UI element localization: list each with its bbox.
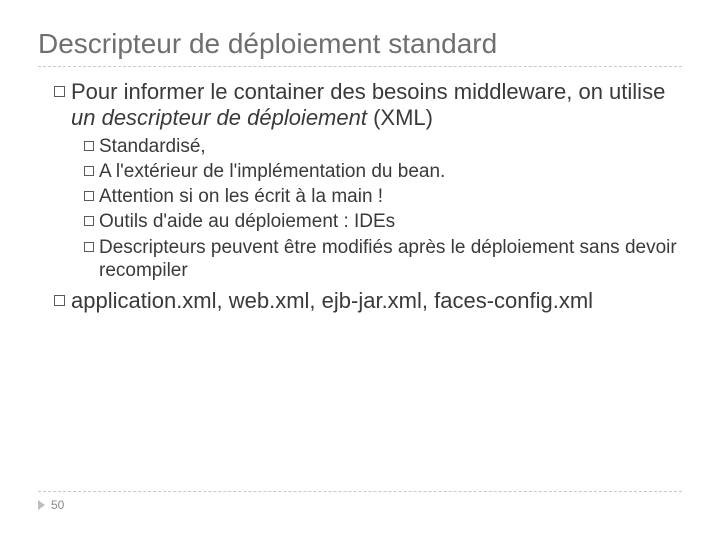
intro-suffix: (XML) xyxy=(367,105,433,130)
square-bullet-icon xyxy=(84,166,94,176)
sub-bullet-group: Standardisé, A l'extérieur de l'implémen… xyxy=(54,135,682,282)
square-bullet-icon xyxy=(54,295,65,306)
square-bullet-icon xyxy=(84,216,94,226)
sub-bullet-standardise: Standardisé, xyxy=(84,135,682,158)
sub-bullet-text: Descripteurs peuvent être modifiés après… xyxy=(99,236,682,282)
square-bullet-icon xyxy=(54,86,65,97)
sub-bullet-text: A l'extérieur de l'implémentation du bea… xyxy=(99,160,682,183)
bullet-text: application.xml, web.xml, ejb-jar.xml, f… xyxy=(71,288,682,314)
sub-bullet-text: Standardisé, xyxy=(99,135,682,158)
intro-italic: un descripteur de déploiement xyxy=(71,105,367,130)
slide-footer: 50 xyxy=(38,491,682,512)
slide: Descripteur de déploiement standard Pour… xyxy=(0,0,720,540)
square-bullet-icon xyxy=(84,191,94,201)
sub-bullet-exterieur: A l'extérieur de l'implémentation du bea… xyxy=(84,160,682,183)
intro-prefix: Pour informer le container des besoins m… xyxy=(71,79,665,104)
bullet-text: Pour informer le container des besoins m… xyxy=(71,79,682,131)
sub-bullet-attention: Attention si on les écrit à la main ! xyxy=(84,185,682,208)
sub-bullet-descripteurs: Descripteurs peuvent être modifiés après… xyxy=(84,236,682,282)
square-bullet-icon xyxy=(84,141,94,151)
divider-bottom xyxy=(38,491,682,492)
sub-bullet-text: Outils d'aide au déploiement : IDEs xyxy=(99,210,682,233)
sub-bullet-text: Attention si on les écrit à la main ! xyxy=(99,185,682,208)
square-bullet-icon xyxy=(84,242,94,252)
footer-inner: 50 xyxy=(38,498,682,512)
sub-bullet-outils: Outils d'aide au déploiement : IDEs xyxy=(84,210,682,233)
bullet-level1-intro: Pour informer le container des besoins m… xyxy=(54,79,682,131)
divider-top xyxy=(38,66,682,67)
bullet-level1-files: application.xml, web.xml, ejb-jar.xml, f… xyxy=(54,288,682,314)
slide-body: Pour informer le container des besoins m… xyxy=(38,79,682,314)
page-number: 50 xyxy=(51,498,64,512)
slide-title: Descripteur de déploiement standard xyxy=(38,28,682,60)
triangle-icon xyxy=(38,500,45,510)
